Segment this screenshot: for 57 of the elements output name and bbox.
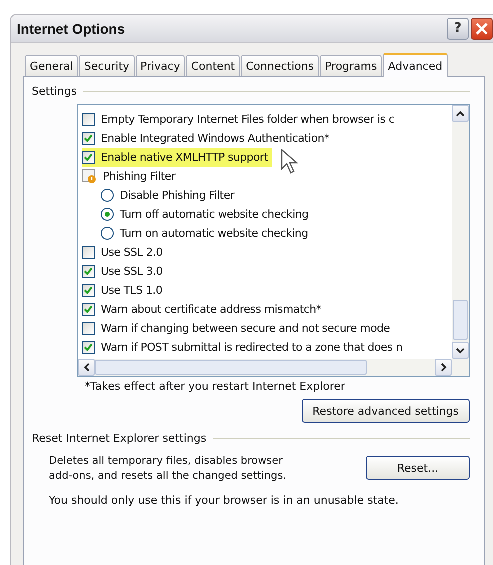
- horizontal-scrollbar[interactable]: [78, 359, 469, 376]
- tab[interactable]: Privacy: [136, 55, 186, 76]
- scroll-thumb[interactable]: [95, 360, 367, 375]
- window-title: Internet Options: [17, 20, 126, 36]
- pointer-cursor-icon: [281, 149, 299, 175]
- tab[interactable]: Content: [186, 55, 240, 76]
- settings-item[interactable]: Warn if changing between secure and not secure mode: [82, 319, 394, 338]
- reset-button[interactable]: Reset...: [366, 456, 470, 480]
- settings-item[interactable]: Use SSL 2.0: [82, 243, 167, 262]
- checkbox[interactable]: [82, 151, 95, 164]
- group-title: Reset Internet Explorer settings: [32, 432, 207, 445]
- caret-down-icon: [456, 348, 465, 354]
- caret-right-icon: [440, 363, 446, 372]
- radio-button[interactable]: [101, 227, 114, 240]
- vertical-scrollbar[interactable]: [452, 105, 469, 359]
- checkbox[interactable]: [82, 284, 95, 297]
- tab[interactable]: Advanced: [383, 53, 448, 77]
- scroll-thumb[interactable]: [453, 300, 468, 340]
- radio-button[interactable]: [101, 189, 114, 202]
- settings-group: Phishing Filter: [82, 167, 180, 186]
- settings-item[interactable]: Disable Phishing Filter: [82, 186, 239, 205]
- description-text: Deletes all temporary files, disables browser add-ons, and resets all the changed settings.: [49, 454, 288, 484]
- scroll-left-button[interactable]: [78, 359, 95, 376]
- settings-item[interactable]: Use SSL 3.0: [82, 262, 167, 281]
- settings-item[interactable]: Warn if POST submittal is redirected to a zone that does n: [82, 338, 407, 357]
- settings-item[interactable]: Turn on automatic website checking: [82, 224, 312, 243]
- caret-left-icon: [84, 363, 90, 372]
- caret-up-icon: [456, 110, 465, 116]
- checkbox[interactable]: [82, 322, 95, 335]
- settings-item[interactable]: Turn off automatic website checking: [82, 205, 313, 224]
- tab[interactable]: Security: [79, 55, 135, 76]
- settings-item[interactable]: Enable native XMLHTTP support: [82, 148, 272, 167]
- tab[interactable]: Programs: [320, 55, 382, 76]
- tab[interactable]: Connections: [241, 55, 320, 76]
- close-icon: [476, 22, 488, 34]
- checkbox[interactable]: [82, 265, 95, 278]
- settings-item[interactable]: Empty Temporary Internet Files folder when browser is c: [82, 110, 399, 129]
- checkbox[interactable]: [82, 341, 95, 354]
- scroll-right-button[interactable]: [435, 359, 452, 376]
- close-button[interactable]: [471, 18, 493, 40]
- note-text: *Takes effect after you restart Internet Explorer: [85, 380, 346, 393]
- help-button[interactable]: ?: [447, 18, 469, 40]
- checkbox[interactable]: [82, 246, 95, 259]
- settings-item[interactable]: Use TLS 1.0: [82, 281, 167, 300]
- restore-button[interactable]: Restore advanced settings: [302, 399, 470, 423]
- checkbox[interactable]: [82, 132, 95, 145]
- scroll-up-button[interactable]: [452, 105, 469, 122]
- checkbox[interactable]: [82, 113, 95, 126]
- settings-item[interactable]: Warn about certificate address mismatch*: [82, 300, 326, 319]
- scroll-down-button[interactable]: [452, 342, 469, 359]
- warning-text: You should only use this if your browser is in an unusable state.: [49, 494, 400, 507]
- radio-button[interactable]: [101, 208, 114, 221]
- checkbox[interactable]: [82, 303, 95, 316]
- group-title: Settings: [32, 85, 78, 98]
- tab[interactable]: General: [25, 55, 78, 76]
- warning-icon: [82, 169, 97, 184]
- settings-item[interactable]: Enable Integrated Windows Authentication*: [82, 129, 334, 148]
